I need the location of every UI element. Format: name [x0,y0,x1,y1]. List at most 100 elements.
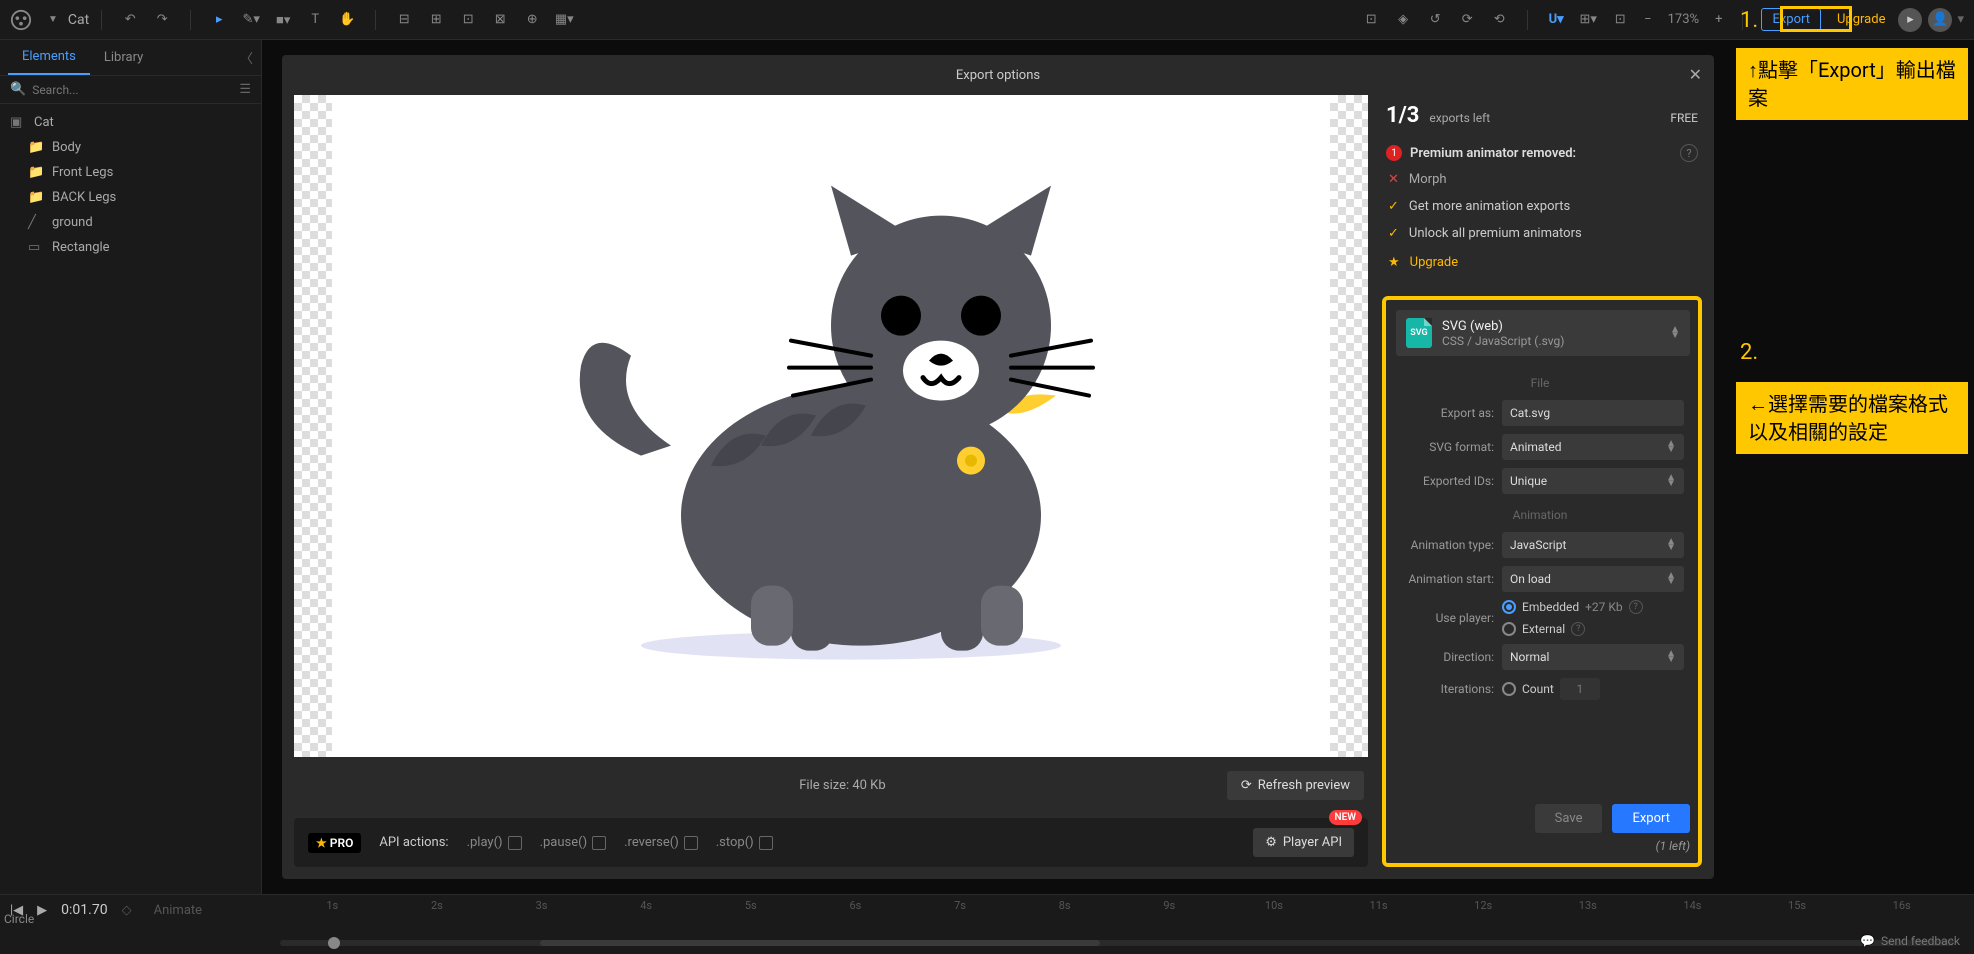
count-input[interactable] [1560,678,1600,700]
help-icon[interactable]: ? [1629,600,1643,614]
magnet-icon[interactable]: U▾ [1542,6,1570,34]
refresh-icon[interactable]: ⟳ [1453,6,1481,34]
pen-tool-icon[interactable]: ✎▾ [237,6,265,34]
tree-root[interactable]: ▣ Cat [0,110,261,135]
hand-tool-icon[interactable]: ✋ [333,6,361,34]
align-tool-icon[interactable]: ⊟ [390,6,418,34]
radio-external[interactable]: External? [1502,622,1684,636]
direction-select[interactable]: Normal▲▼ [1502,644,1684,670]
anim-start-select[interactable]: On load▲▼ [1502,566,1684,592]
modal-title: Export options [956,68,1040,83]
format-subtitle: CSS / JavaScript (.svg) [1442,334,1660,348]
help-icon[interactable]: ? [1571,622,1585,636]
close-icon[interactable]: ✕ [1689,65,1702,84]
scrub-handle[interactable] [328,937,340,949]
api-reverse[interactable]: .reverse() [624,835,698,850]
top-toolbar: ▼ Cat ↶ ↷ ▸ ✎▾ ■▾ T ✋ ⊟ ⊞ ⊡ ⊠ ⊕ ▦▾ ⊡ ◈ ↺… [0,0,1974,40]
arrange-tool-icon[interactable]: ⊠ [486,6,514,34]
timeline-scrubber[interactable] [280,940,1954,946]
api-pause[interactable]: .pause() [540,835,607,850]
timeline-ticks: 1s2s3s4s5s6s7s8s9s10s11s12s13s14s15s16s [280,899,1954,912]
player-api-button[interactable]: ⚙ Player API [1253,828,1354,857]
export-as-input[interactable] [1502,400,1684,426]
keyframe-icon[interactable]: ◇ [122,903,132,918]
user-menu-icon[interactable]: ▾ [1957,12,1964,27]
zoom-level[interactable]: 173% [1668,12,1699,27]
remaining-label: (1 left) [1396,839,1690,853]
api-actions-label: API actions: [379,835,448,850]
collapse-panel-icon[interactable]: 〈 [240,48,253,67]
updown-icon: ▲▼ [1670,327,1680,339]
history-icon[interactable]: ↺ [1421,6,1449,34]
refresh-preview-button[interactable]: ⟳ Refresh preview [1227,771,1364,800]
upgrade-link-2[interactable]: ★Upgrade [1386,255,1698,270]
export-confirm-button[interactable]: Export [1612,804,1690,833]
crop-icon[interactable]: ⊡ [1357,6,1385,34]
zoom-plus[interactable]: + [1715,12,1722,27]
tree-label: Front Legs [52,165,113,180]
tree-item[interactable]: 📁Body [0,135,261,160]
layers-tool-icon[interactable]: ▦▾ [550,6,578,34]
exported-ids-select[interactable]: Unique▲▼ [1502,468,1684,494]
api-actions-row: NEW PRO API actions: .play() .pause() .r… [294,818,1368,867]
timeline-bar: 1s2s3s4s5s6s7s8s9s10s11s12s13s14s15s16s … [0,894,1974,954]
api-play[interactable]: .play() [467,835,522,850]
get-more-label: Get more animation exports [1409,199,1570,214]
tab-elements[interactable]: Elements [8,40,90,75]
radio-count[interactable]: Count [1502,678,1684,700]
play-avatar-icon[interactable]: ▸ [1898,8,1922,32]
undo-button[interactable]: ↶ [116,6,144,34]
search-input[interactable] [32,83,239,97]
tree-item[interactable]: ╱ground [0,210,261,235]
save-button[interactable]: Save [1535,804,1603,833]
select-tool-icon[interactable]: ▸ [205,6,233,34]
morph-label: Morph [1409,172,1447,187]
x-icon: ✕ [1388,172,1399,187]
boolean-tool-icon[interactable]: ⊕ [518,6,546,34]
export-settings-panel: SVG SVG (web) CSS / JavaScript (.svg) ▲▼… [1382,296,1702,867]
file-size-label: File size: 40 Kb [458,778,1227,793]
annotation-box-2: ←選擇需要的檔案格式以及相關的設定 [1736,382,1968,454]
tab-library[interactable]: Library [90,40,157,75]
tree-item[interactable]: 📁BACK Legs [0,185,261,210]
project-name[interactable]: Cat [68,12,89,28]
project-dropdown-icon[interactable]: ▼ [48,14,58,25]
send-feedback-link[interactable]: 💬 Send feedback [1860,934,1960,948]
zoom-minus[interactable]: − [1644,12,1651,27]
folder-icon: 📁 [28,140,44,155]
svg-format-select[interactable]: Animated▲▼ [1502,434,1684,460]
anim-type-select[interactable]: JavaScript▲▼ [1502,532,1684,558]
folder-icon: 📁 [28,190,44,205]
shape-tool-icon[interactable]: ■▾ [269,6,297,34]
filter-icon[interactable]: ☰ [239,82,251,97]
text-tool-icon[interactable]: T [301,6,329,34]
anim-start-label: Animation start: [1396,572,1494,586]
warning-badge: 1 [1386,145,1402,161]
format-selector[interactable]: SVG SVG (web) CSS / JavaScript (.svg) ▲▼ [1396,310,1690,356]
group-tool-icon[interactable]: ⊡ [454,6,482,34]
focus-icon[interactable]: ⊡ [1606,6,1634,34]
exports-left-label: exports left [1429,111,1490,125]
snap-icon[interactable]: ◈ [1389,6,1417,34]
radio-embedded[interactable]: Embedded+27 Kb? [1502,600,1684,614]
play-icon[interactable]: ▶ [37,903,47,918]
reload-icon[interactable]: ⟲ [1485,6,1513,34]
annotation-number-1: 1. [1740,8,1758,33]
refresh-icon: ⟳ [1241,778,1252,793]
tree-label: Rectangle [52,240,110,255]
preview-canvas [294,95,1368,757]
user-avatar-icon[interactable]: 👤 [1928,8,1952,32]
help-icon[interactable]: ? [1680,144,1698,162]
line-icon: ╱ [28,215,44,230]
animate-button[interactable]: Animate [146,900,210,921]
redo-button[interactable]: ↷ [148,6,176,34]
artboard-icon: ▣ [10,115,26,130]
annotation-box-1: ↑點擊「Export」輸出檔案 [1736,48,1968,120]
tree-item[interactable]: 📁Front Legs [0,160,261,185]
distribute-tool-icon[interactable]: ⊞ [422,6,450,34]
grid-icon[interactable]: ⊞▾ [1574,6,1602,34]
api-stop[interactable]: .stop() [716,835,773,850]
export-highlight-box [1780,6,1852,32]
tree-item[interactable]: ▭ Rectangle [0,235,261,260]
rect-icon: ▭ [28,240,44,255]
